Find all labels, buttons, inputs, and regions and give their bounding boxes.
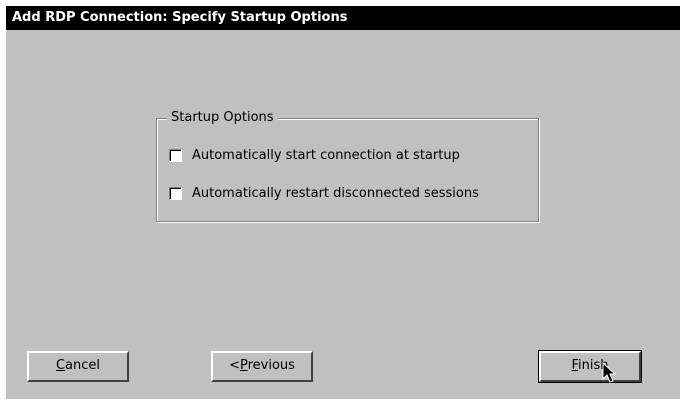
finish-button[interactable]: Finish xyxy=(538,350,642,383)
startup-options-group xyxy=(156,118,539,222)
title-bar: Add RDP Connection: Specify Startup Opti… xyxy=(6,6,680,30)
start-at-startup-label: Automatically start connection at startu… xyxy=(192,147,460,163)
start-at-startup-option[interactable]: Automatically start connection at startu… xyxy=(169,146,460,164)
restart-disconnected-label: Automatically restart disconnected sessi… xyxy=(192,185,479,201)
cancel-button[interactable]: Cancel xyxy=(27,351,129,382)
cancel-label-rest: ancel xyxy=(65,358,101,373)
previous-mnemonic: P xyxy=(239,358,248,373)
startup-options-legend: Startup Options xyxy=(167,110,278,126)
previous-prefix: < xyxy=(229,358,240,373)
restart-disconnected-checkbox[interactable] xyxy=(169,186,182,200)
cancel-mnemonic: C xyxy=(55,358,66,373)
restart-disconnected-option[interactable]: Automatically restart disconnected sessi… xyxy=(169,184,479,202)
start-at-startup-checkbox[interactable] xyxy=(169,148,182,162)
previous-button[interactable]: <Previous xyxy=(211,351,313,382)
mouse-pointer-icon xyxy=(602,362,617,383)
window-title: Add RDP Connection: Specify Startup Opti… xyxy=(12,10,348,25)
previous-label-rest: revious xyxy=(247,358,295,373)
